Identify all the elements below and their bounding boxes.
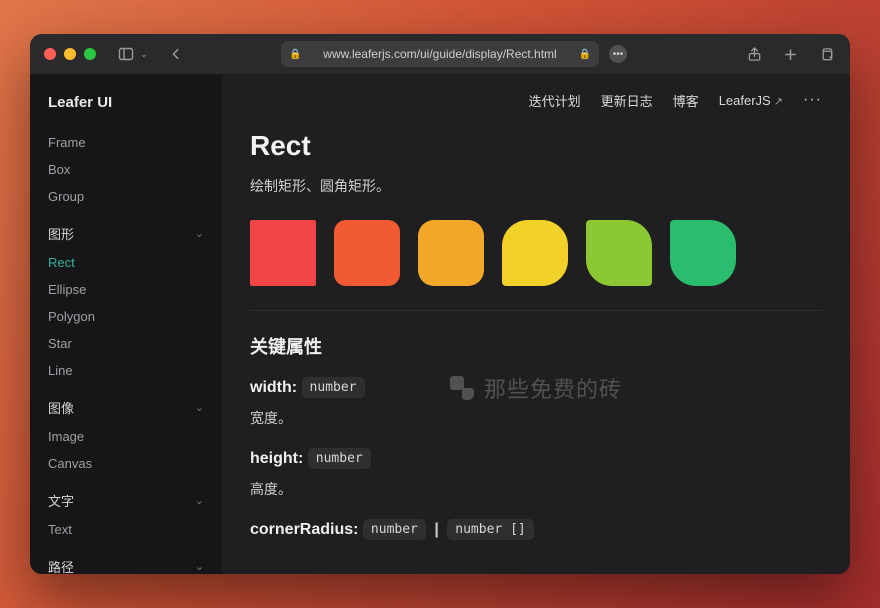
chevron-down-icon: ⌄ [195, 227, 204, 240]
sidebar-item-text[interactable]: Text [30, 516, 222, 543]
type-tag-2: number [] [447, 519, 533, 540]
sidebar-section-label: 图像 [48, 398, 74, 417]
nav-link-changelog[interactable]: 更新日志 [601, 91, 653, 110]
prop-name: height: [250, 450, 303, 467]
prop-width-desc: 宽度。 [250, 408, 822, 428]
window-controls [44, 48, 96, 60]
sidebar-section-text[interactable]: 文字 ⌄ [30, 481, 222, 516]
chevron-down-icon: ⌄ [195, 560, 204, 573]
prop-height-desc: 高度。 [250, 479, 822, 499]
section-heading: 关键属性 [250, 333, 822, 359]
content-area: Leafer UI Frame Box Group 图形 ⌄ Rect Elli… [30, 74, 850, 574]
reader-lock-icon: 🔒 [579, 49, 591, 60]
page-title: Rect [250, 130, 822, 162]
sidebar-item-frame[interactable]: Frame [30, 129, 222, 156]
share-icon[interactable] [744, 44, 764, 64]
sidebar-toggle-group: ⌄ [116, 44, 148, 64]
nav-link-blog[interactable]: 博客 [673, 91, 699, 110]
swatch-6 [670, 220, 736, 286]
sidebar-item-box[interactable]: Box [30, 156, 222, 183]
divider [250, 310, 822, 311]
page-actions-button[interactable]: ••• [609, 45, 627, 63]
page-subtitle: 绘制矩形、圆角矩形。 [250, 176, 822, 196]
swatch-1 [250, 220, 316, 286]
sidebar-section-label: 图形 [48, 224, 74, 243]
address-bar[interactable]: 🔒 www.leaferjs.com/ui/guide/display/Rect… [281, 41, 599, 67]
brand-title[interactable]: Leafer UI [30, 90, 222, 125]
chevron-down-icon[interactable]: ⌄ [140, 49, 148, 60]
prop-width: width: number [250, 377, 822, 398]
prop-name: width: [250, 379, 297, 396]
chevron-down-icon: ⌄ [195, 494, 204, 507]
new-tab-icon[interactable] [780, 44, 800, 64]
sidebar-section-image[interactable]: 图像 ⌄ [30, 388, 222, 423]
sidebar-item-rect[interactable]: Rect [30, 249, 222, 276]
type-tag: number [302, 377, 365, 398]
demo-swatches [250, 220, 822, 286]
sidebar-icon[interactable] [116, 44, 136, 64]
sidebar: Leafer UI Frame Box Group 图形 ⌄ Rect Elli… [30, 74, 222, 574]
swatch-5 [586, 220, 652, 286]
nav-link-iteration[interactable]: 迭代计划 [529, 91, 581, 110]
sidebar-section-shapes[interactable]: 图形 ⌄ [30, 214, 222, 249]
more-menu-button[interactable]: ··· [803, 91, 822, 109]
sidebar-section-path[interactable]: 路径 ⌄ [30, 547, 222, 574]
sidebar-section-label: 路径 [48, 557, 74, 574]
type-separator: | [434, 521, 438, 538]
sidebar-item-line[interactable]: Line [30, 357, 222, 384]
main-content: 迭代计划 更新日志 博客 LeaferJS ··· Rect 绘制矩形、圆角矩形… [222, 74, 850, 574]
nav-link-leaferjs[interactable]: LeaferJS [719, 93, 783, 108]
swatch-2 [334, 220, 400, 286]
minimize-window-button[interactable] [64, 48, 76, 60]
titlebar-right [744, 44, 836, 64]
tabs-overview-icon[interactable] [816, 44, 836, 64]
sidebar-loose-items: Frame Box Group [30, 129, 222, 210]
sidebar-item-group[interactable]: Group [30, 183, 222, 210]
sidebar-item-canvas[interactable]: Canvas [30, 450, 222, 477]
prop-height: height: number [250, 448, 822, 469]
browser-window: ⌄ 🔒 www.leaferjs.com/ui/guide/display/Re… [30, 34, 850, 574]
swatch-3 [418, 220, 484, 286]
sidebar-item-star[interactable]: Star [30, 330, 222, 357]
chevron-down-icon: ⌄ [195, 401, 204, 414]
top-nav: 迭代计划 更新日志 博客 LeaferJS ··· [250, 86, 822, 114]
maximize-window-button[interactable] [84, 48, 96, 60]
sidebar-section-label: 文字 [48, 491, 74, 510]
address-url: www.leaferjs.com/ui/guide/display/Rect.h… [307, 47, 572, 61]
titlebar: ⌄ 🔒 www.leaferjs.com/ui/guide/display/Re… [30, 34, 850, 74]
type-tag: number [308, 448, 371, 469]
type-tag: number [363, 519, 426, 540]
lock-icon: 🔒 [289, 49, 301, 60]
sidebar-item-ellipse[interactable]: Ellipse [30, 276, 222, 303]
sidebar-item-image[interactable]: Image [30, 423, 222, 450]
sidebar-item-polygon[interactable]: Polygon [30, 303, 222, 330]
swatch-4 [502, 220, 568, 286]
prop-name: cornerRadius: [250, 521, 358, 538]
prop-cornerradius: cornerRadius: number | number [] [250, 519, 822, 540]
close-window-button[interactable] [44, 48, 56, 60]
back-button[interactable] [166, 44, 186, 64]
